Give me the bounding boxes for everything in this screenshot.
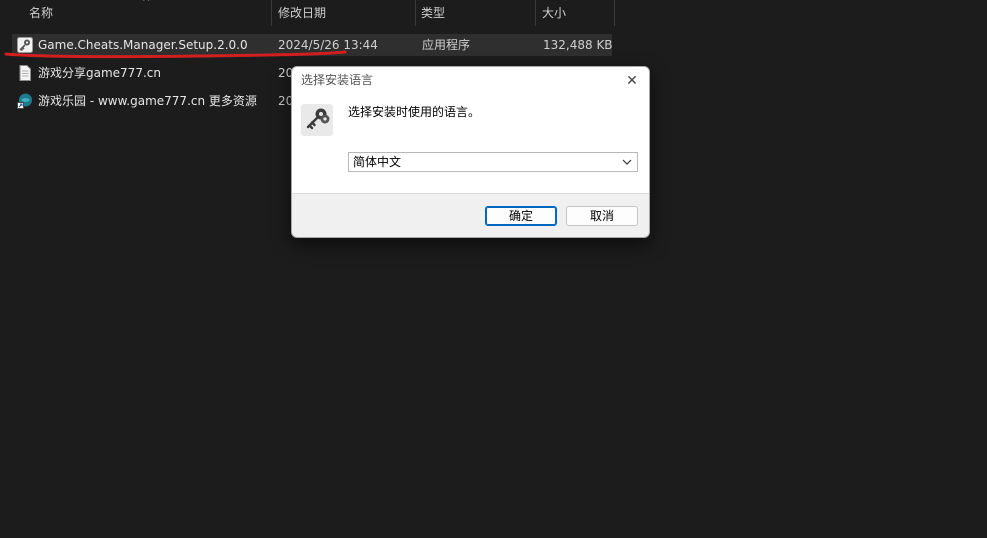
dialog-title: 选择安装语言 [301, 73, 374, 87]
column-header-modified[interactable]: 修改日期 [278, 0, 326, 26]
file-name: 游戏乐园 - www.game777.cn 更多资源 [38, 94, 257, 108]
chevron-down-icon [622, 159, 632, 165]
file-size: 132,488 KB [543, 38, 613, 52]
column-header-size[interactable]: 大小 [542, 0, 566, 26]
dialog-title-bar[interactable]: 选择安装语言 ✕ [292, 67, 649, 95]
dialog-body: 选择安装时使用的语言。 简体中文 [292, 95, 649, 193]
file-name: Game.Cheats.Manager.Setup.2.0.0 [38, 38, 248, 52]
column-header-name[interactable]: 名称 [29, 0, 53, 26]
file-type: 应用程序 [422, 38, 471, 52]
dialog-message: 选择安装时使用的语言。 [348, 105, 481, 119]
setup-key-icon [17, 37, 33, 53]
column-divider[interactable] [415, 0, 416, 26]
cancel-button[interactable]: 取消 [566, 206, 638, 226]
language-selected-value: 简体中文 [353, 155, 402, 169]
column-divider[interactable] [614, 0, 615, 26]
language-dropdown[interactable]: 简体中文 [348, 152, 638, 172]
column-divider[interactable] [271, 0, 272, 26]
dialog-divider [292, 193, 649, 194]
web-shortcut-icon [17, 93, 32, 109]
text-file-icon [19, 65, 31, 81]
ok-button[interactable]: 确定 [485, 206, 557, 226]
file-modified: 2024/5/26 13:44 [278, 38, 378, 52]
column-header-type[interactable]: 类型 [421, 0, 445, 26]
file-name: 游戏分享game777.cn [38, 66, 161, 80]
column-header-bar: ^ 名称 修改日期 类型 大小 [0, 0, 987, 26]
close-icon[interactable]: ✕ [623, 72, 641, 90]
column-divider[interactable] [535, 0, 536, 26]
sort-ascending-icon: ^ [142, 0, 151, 8]
select-language-dialog: 选择安装语言 ✕ 选择安装时使用的语言。 简体中文 确定 取消 [291, 66, 650, 238]
keys-icon [301, 104, 333, 136]
file-row-selected[interactable]: Game.Cheats.Manager.Setup.2.0.0 2024/5/2… [12, 34, 613, 56]
